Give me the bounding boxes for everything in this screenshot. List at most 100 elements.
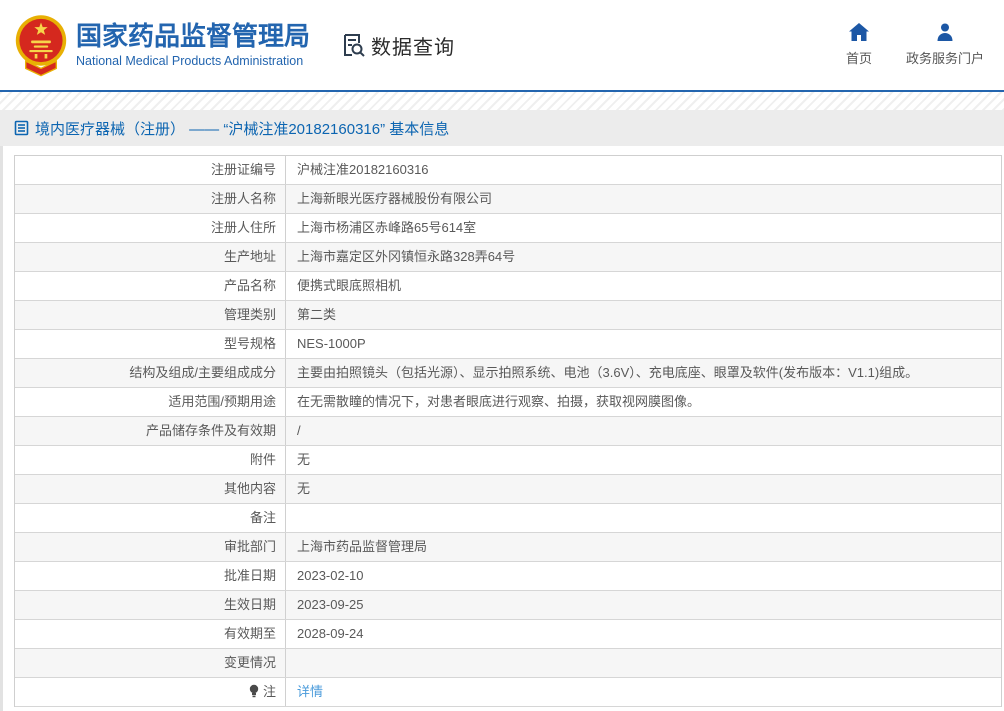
row-label-text: 型号规格	[223, 336, 276, 351]
table-row: 注册人名称 上海新眼光医疗器械股份有限公司	[15, 185, 1001, 214]
site-title: 国家药品监督管理局	[76, 20, 311, 51]
row-label-text: 生效日期	[223, 597, 276, 612]
row-label: 管理类别	[15, 301, 286, 329]
row-label-text: 备注	[249, 510, 276, 525]
row-value: 上海新眼光医疗器械股份有限公司	[297, 191, 493, 206]
row-label: 结构及组成/主要组成成分	[15, 359, 286, 387]
row-label-text: 适用范围/预期用途	[168, 394, 276, 409]
row-label: 生产地址	[15, 243, 286, 271]
row-value: 在无需散瞳的情况下，对患者眼底进行观察、拍摄，获取视网膜图像。	[297, 394, 701, 409]
table-row: 产品名称 便携式眼底照相机	[15, 272, 1001, 301]
top-nav: 首页 政务服务门户	[846, 23, 984, 67]
row-label: 生效日期	[15, 591, 286, 619]
table-row: 产品储存条件及有效期 /	[15, 417, 1001, 446]
list-icon	[14, 120, 29, 136]
row-label: 批准日期	[15, 562, 286, 590]
nav-home-label: 首页	[845, 51, 872, 66]
row-label-text: 注册证编号	[210, 162, 276, 177]
breadcrumb: 境内医疗器械（注册） —— “沪械注准20182160316” 基本信息	[0, 110, 1004, 146]
row-label-text: 注册人名称	[210, 191, 276, 206]
row-value: 2028-09-24	[297, 626, 364, 641]
row-value: 沪械注准20182160316	[297, 162, 429, 177]
nmpa-logo[interactable]: 国家药品监督管理局 National Medical Products Admi…	[14, 13, 310, 77]
row-label: 附件	[15, 446, 286, 474]
row-value	[286, 649, 1001, 677]
row-label: 注册人住所	[15, 214, 286, 242]
row-value: 详情	[286, 678, 1001, 706]
table-row: 审批部门 上海市药品监督管理局	[15, 533, 1001, 562]
bulb-icon	[249, 684, 259, 698]
row-label: 注册人名称	[15, 185, 286, 213]
row-label: 变更情况	[15, 649, 286, 677]
row-label-text: 注	[262, 684, 276, 699]
row-value: 无	[297, 452, 311, 467]
row-label-text: 批准日期	[223, 568, 276, 583]
table-row: 生产地址 上海市嘉定区外冈镇恒永路328弄64号	[15, 243, 1001, 272]
table-row: 生效日期 2023-09-25	[15, 591, 1001, 620]
info-table: 注册证编号 沪械注准20182160316 注册人名称 上海新眼光医疗器械股份有…	[14, 155, 1002, 707]
row-value: 第二类	[297, 307, 337, 322]
row-label-text: 生产地址	[223, 249, 276, 264]
nav-portal[interactable]: 政务服务门户	[906, 23, 984, 67]
nav-home[interactable]: 首页	[846, 23, 872, 67]
national-emblem-icon	[15, 15, 67, 77]
table-row: 附件 无	[15, 446, 1001, 475]
row-value: 无	[297, 481, 311, 496]
site-header: 国家药品监督管理局 National Medical Products Admi…	[0, 0, 1004, 90]
row-label: 备注	[15, 504, 286, 532]
row-label-text: 注册人住所	[210, 220, 276, 235]
row-label-text: 其他内容	[223, 481, 276, 496]
table-row: 型号规格 NES-1000P	[15, 330, 1001, 359]
user-icon	[937, 23, 953, 41]
site-subtitle: National Medical Products Administration	[76, 54, 304, 69]
table-row: 其他内容 无	[15, 475, 1001, 504]
page: 国家药品监督管理局 National Medical Products Admi…	[0, 0, 1004, 711]
table-row: 注 详情	[15, 678, 1001, 707]
table-row: 有效期至 2028-09-24	[15, 620, 1001, 649]
row-label: 其他内容	[15, 475, 286, 503]
row-label-text: 管理类别	[223, 307, 276, 322]
row-label-text: 结构及组成/主要组成成分	[129, 365, 276, 380]
row-label-text: 有效期至	[223, 626, 276, 641]
row-label-text: 变更情况	[223, 655, 276, 670]
row-label-text: 附件	[249, 452, 276, 467]
breadcrumb-text: 境内医疗器械（注册） —— “沪械注准20182160316” 基本信息	[35, 120, 450, 138]
row-value	[286, 504, 1001, 532]
data-query-section[interactable]: 数据查询	[340, 31, 455, 60]
detail-link[interactable]: 详情	[297, 684, 323, 699]
row-label-text: 产品储存条件及有效期	[145, 423, 276, 438]
table-row: 适用范围/预期用途 在无需散瞳的情况下，对患者眼底进行观察、拍摄，获取视网膜图像…	[15, 388, 1001, 417]
row-value: 主要由拍照镜头（包括光源）、显示拍照系统、电池（3.6V）、充电底座、眼罩及软件…	[297, 365, 919, 380]
row-value: 上海市杨浦区赤峰路65号614室	[297, 220, 477, 235]
row-label: 产品储存条件及有效期	[15, 417, 286, 445]
nav-portal-label: 政务服务门户	[905, 51, 984, 66]
row-label: 产品名称	[15, 272, 286, 300]
row-value: 上海市嘉定区外冈镇恒永路328弄64号	[297, 249, 516, 264]
table-row: 注册人住所 上海市杨浦区赤峰路65号614室	[15, 214, 1001, 243]
table-row: 管理类别 第二类	[15, 301, 1001, 330]
row-label: 审批部门	[15, 533, 286, 561]
row-value: 上海市药品监督管理局	[297, 539, 428, 554]
data-query-label: 数据查询	[371, 36, 456, 59]
table-row: 注册证编号 沪械注准20182160316	[15, 156, 1001, 185]
home-icon	[848, 23, 869, 41]
main-content: 注册证编号 沪械注准20182160316 注册人名称 上海新眼光医疗器械股份有…	[0, 146, 1004, 707]
table-row: 备注	[15, 504, 1001, 533]
row-value: 2023-02-10	[297, 568, 364, 583]
row-label: 有效期至	[15, 620, 286, 648]
hatch-band	[0, 92, 1004, 110]
row-label-text: 审批部门	[223, 539, 276, 554]
document-search-icon	[344, 34, 365, 57]
row-label: 型号规格	[15, 330, 286, 358]
table-row: 结构及组成/主要组成成分 主要由拍照镜头（包括光源）、显示拍照系统、电池（3.6…	[15, 359, 1001, 388]
row-value: 2023-09-25	[297, 597, 364, 612]
row-label: 注	[15, 678, 286, 706]
table-row: 变更情况	[15, 649, 1001, 678]
row-value: 便携式眼底照相机	[297, 278, 402, 293]
row-label: 注册证编号	[15, 156, 286, 184]
left-edge-strip	[0, 146, 3, 711]
row-value: /	[297, 423, 301, 438]
row-value: NES-1000P	[297, 336, 366, 351]
table-row: 批准日期 2023-02-10	[15, 562, 1001, 591]
row-label-text: 产品名称	[223, 278, 276, 293]
